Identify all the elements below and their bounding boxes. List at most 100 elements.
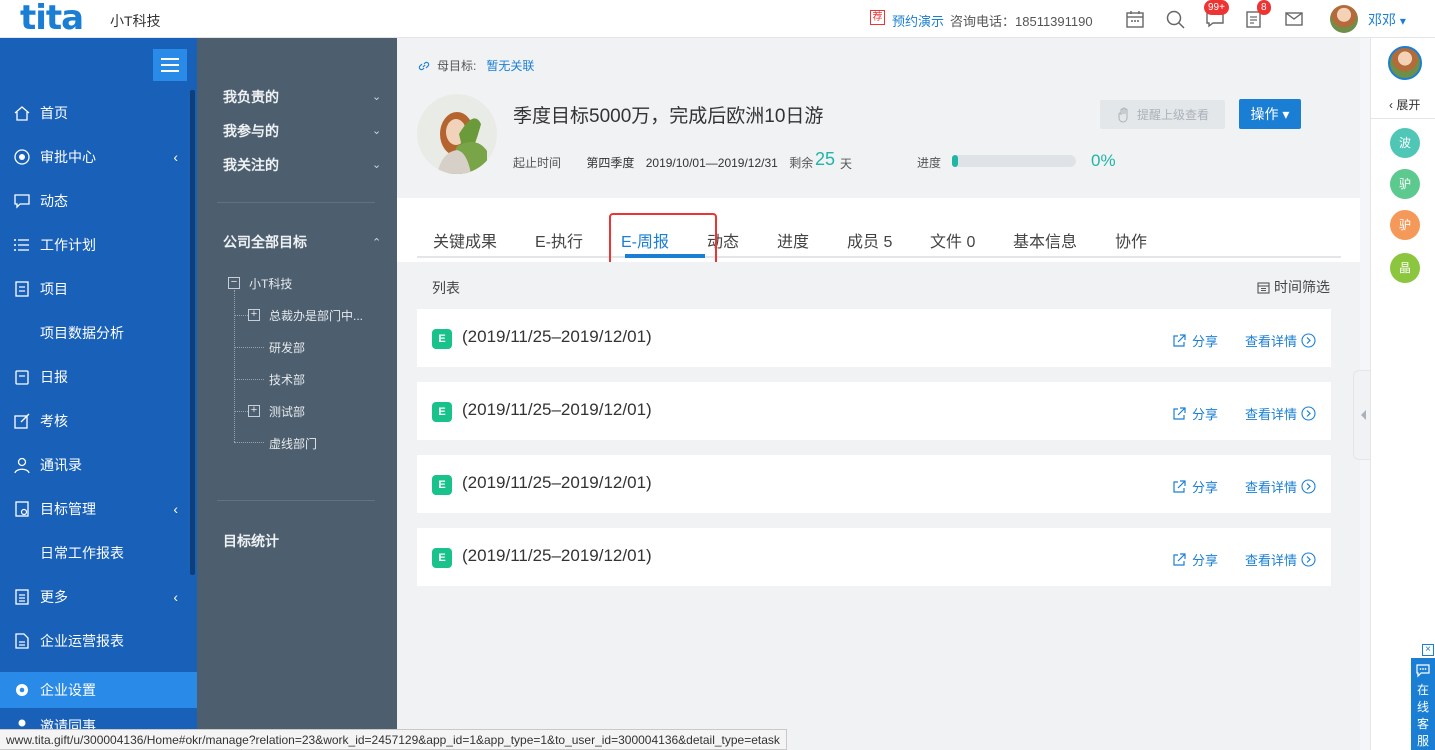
tab-e-execute[interactable]: E-执行 xyxy=(535,228,583,252)
goal-owner-avatar[interactable] xyxy=(417,94,497,174)
mail-icon[interactable] xyxy=(1283,8,1305,30)
tree-expand-icon[interactable]: + xyxy=(248,309,260,321)
chevron-down-icon[interactable]: ⌄ xyxy=(372,90,381,103)
nav-item-more[interactable]: 更多 ‹ xyxy=(0,575,190,619)
member-avatar[interactable]: 波 xyxy=(1390,128,1420,158)
weekly-report-icon: E xyxy=(432,548,452,568)
chevron-down-icon[interactable]: ⌄ xyxy=(372,158,381,171)
left-nav: 首页 审批中心 ‹ 动态 工作计划 项目 项目数据分析 日报 考核 通讯录 目标… xyxy=(0,38,197,750)
tree-item-dotted-dept[interactable]: 虚线部门 xyxy=(269,435,317,452)
nav-item-assessment[interactable]: 考核 xyxy=(0,399,190,443)
tab-basic-info[interactable]: 基本信息 xyxy=(1013,228,1077,252)
nav-item-operation-report[interactable]: 企业运营报表 xyxy=(0,619,190,663)
report-row[interactable]: E (2019/11/25–2019/12/01) 分享 查看详情 xyxy=(417,455,1331,513)
tab-files[interactable]: 文件 0 xyxy=(930,228,975,252)
activity-icon xyxy=(12,191,32,211)
company-name[interactable]: 小T科技 xyxy=(110,11,161,31)
view-detail-button[interactable]: 查看详情 xyxy=(1245,404,1316,423)
online-service-button[interactable]: 在 线 客 服 xyxy=(1411,658,1435,750)
view-detail-button[interactable]: 查看详情 xyxy=(1245,477,1316,496)
tree-expand-icon[interactable]: + xyxy=(248,405,260,417)
view-detail-button[interactable]: 查看详情 xyxy=(1245,550,1316,569)
nav-item-label: 首页 xyxy=(40,105,68,121)
tree-line xyxy=(234,347,264,348)
share-label: 分享 xyxy=(1192,407,1219,422)
member-avatar[interactable]: 晶 xyxy=(1390,253,1420,283)
tab-collaboration[interactable]: 协作 xyxy=(1115,228,1147,252)
demo-link[interactable]: 预约演示 xyxy=(892,11,944,30)
right-panel-handle[interactable] xyxy=(1353,370,1371,460)
member-avatar[interactable]: 驴 xyxy=(1390,210,1420,240)
search-icon[interactable] xyxy=(1164,8,1186,30)
nav-item-home[interactable]: 首页 xyxy=(0,91,190,135)
tree-item-test[interactable]: 测试部 xyxy=(269,403,305,420)
nav-scrollbar[interactable] xyxy=(190,90,195,575)
menu-toggle-button[interactable] xyxy=(153,49,187,81)
company-all-goals[interactable]: 公司全部目标 xyxy=(223,232,307,252)
report-title[interactable]: (2019/11/25–2019/12/01) xyxy=(462,400,652,420)
tab-members[interactable]: 成员 5 xyxy=(847,228,892,252)
report-title[interactable]: (2019/11/25–2019/12/01) xyxy=(462,473,652,493)
my-participated-goals[interactable]: 我参与的 xyxy=(223,121,279,141)
goal-time-meta: 起止时间 第四季度 2019/10/01—2019/12/31 剩余 xyxy=(513,154,813,171)
parent-goal-link[interactable]: 暂无关联 xyxy=(486,57,534,74)
report-row[interactable]: E (2019/11/25–2019/12/01) 分享 查看详情 xyxy=(417,528,1331,586)
user-menu[interactable]: 邓邓 ▾ xyxy=(1368,10,1406,30)
tree-item-rd[interactable]: 研发部 xyxy=(269,339,305,356)
expand-button[interactable]: ‹ 展开 xyxy=(1389,96,1420,113)
home-icon xyxy=(12,103,32,123)
share-button[interactable]: 分享 xyxy=(1172,477,1218,496)
tree-item-president-office[interactable]: 总裁办是部门中... xyxy=(269,307,363,324)
user-avatar[interactable] xyxy=(1330,5,1358,33)
browser-status-url: www.tita.gift/u/300004136/Home#okr/manag… xyxy=(0,729,787,750)
nav-item-approval[interactable]: 审批中心 ‹ xyxy=(0,135,190,179)
tab-key-results[interactable]: 关键成果 xyxy=(433,228,497,252)
nav-item-enterprise-settings[interactable]: 企业设置 xyxy=(0,672,197,708)
goal-detail-card: 关键成果 E-执行 E-周报 动态 进度 成员 5 文件 0 基本信息 协作 列… xyxy=(397,198,1360,750)
report-row[interactable]: E (2019/11/25–2019/12/01) 分享 查看详情 xyxy=(417,309,1331,367)
nav-item-daily-work-report[interactable]: 日常工作报表 xyxy=(0,531,190,575)
operate-button[interactable]: 操作 ▾ xyxy=(1239,99,1301,129)
nav-item-project-analysis[interactable]: 项目数据分析 xyxy=(0,311,190,355)
nav-item-label: 日报 xyxy=(40,369,68,385)
share-icon xyxy=(1173,406,1186,420)
nav-item-work-plan[interactable]: 工作计划 xyxy=(0,223,190,267)
tita-logo[interactable]: tita xyxy=(20,0,84,36)
nav-item-goal-management[interactable]: 目标管理 ‹ xyxy=(0,487,190,531)
view-detail-button[interactable]: 查看详情 xyxy=(1245,331,1316,350)
tree-collapse-icon[interactable]: − xyxy=(228,277,240,289)
divider xyxy=(217,202,375,203)
tab-progress[interactable]: 进度 xyxy=(777,228,809,252)
my-followed-goals[interactable]: 我关注的 xyxy=(223,155,279,175)
chevron-down-icon[interactable]: ⌄ xyxy=(372,124,381,137)
time-label: 起止时间 xyxy=(513,156,562,170)
remind-superior-button: 提醒上级查看 xyxy=(1100,100,1225,129)
report-row[interactable]: E (2019/11/25–2019/12/01) 分享 查看详情 xyxy=(417,382,1331,440)
nav-item-daily-report[interactable]: 日报 xyxy=(0,355,190,399)
nav-item-project[interactable]: 项目 xyxy=(0,267,190,311)
share-button[interactable]: 分享 xyxy=(1172,331,1218,350)
my-responsible-goals[interactable]: 我负责的 xyxy=(223,87,279,107)
owner-avatar[interactable] xyxy=(1388,46,1422,80)
share-button[interactable]: 分享 xyxy=(1172,404,1218,423)
progress-fill xyxy=(952,155,959,167)
nav-item-label: 企业运营报表 xyxy=(40,633,124,649)
time-filter-button[interactable]: 时间筛选 xyxy=(1257,277,1330,297)
chat-icon xyxy=(1416,664,1430,678)
weekly-report-icon: E xyxy=(432,475,452,495)
close-icon[interactable]: × xyxy=(1422,644,1434,656)
nav-item-contacts[interactable]: 通讯录 xyxy=(0,443,190,487)
time-filter-label: 时间筛选 xyxy=(1274,279,1330,295)
goal-statistics[interactable]: 目标统计 xyxy=(223,531,279,551)
nav-item-activity[interactable]: 动态 xyxy=(0,179,190,223)
detail-label: 查看详情 xyxy=(1245,553,1298,568)
calendar-icon[interactable] xyxy=(1124,8,1146,30)
progress-percent: 0% xyxy=(1091,151,1116,170)
report-title[interactable]: (2019/11/25–2019/12/01) xyxy=(462,327,652,347)
chevron-up-icon[interactable]: ⌃ xyxy=(372,236,381,249)
tree-item-root[interactable]: 小T科技 xyxy=(249,275,292,292)
member-avatar[interactable]: 驴 xyxy=(1390,169,1420,199)
share-button[interactable]: 分享 xyxy=(1172,550,1218,569)
report-title[interactable]: (2019/11/25–2019/12/01) xyxy=(462,546,652,566)
tree-item-tech[interactable]: 技术部 xyxy=(269,371,305,388)
